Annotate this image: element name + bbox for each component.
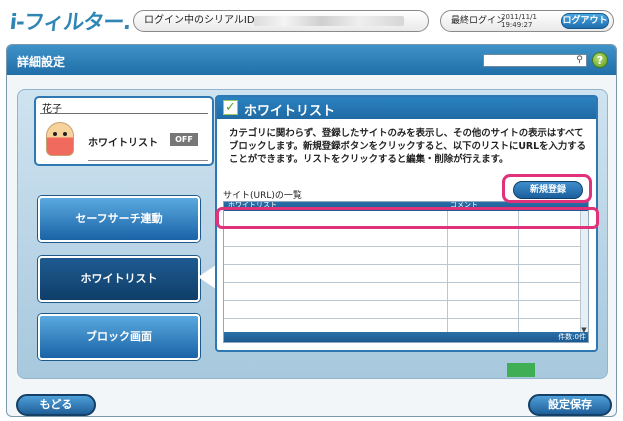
whitelist-title: ホワイトリスト	[244, 104, 336, 119]
help-icon[interactable]: ?	[592, 52, 608, 68]
last-login-display: 最終ログイン 2011/11/1 19:49:27 ログアウト	[440, 10, 614, 32]
page-title: 詳細設定	[17, 55, 66, 69]
nav-active-pointer	[198, 265, 216, 289]
site-list-label: サイト(URL)の一覧	[223, 191, 302, 201]
table-row[interactable]	[224, 301, 582, 319]
nav-whitelist-button[interactable]: ホワイトリスト	[38, 256, 200, 302]
decorative-strip	[507, 363, 535, 377]
whitelist-panel: ✓ ホワイトリスト カテゴリに関わらず、登録したサイトのみを表示し、その他のサイ…	[215, 95, 598, 352]
app-logo: i-フィルター.	[8, 10, 132, 34]
save-settings-button[interactable]: 設定保存	[528, 394, 612, 416]
status-badge: OFF	[170, 133, 198, 146]
table-header: ホワイトリスト コメント	[224, 201, 588, 211]
user-feature-label: ホワイトリスト	[88, 138, 158, 149]
table-row[interactable]	[224, 247, 582, 265]
back-button[interactable]: もどる	[16, 394, 96, 416]
title-bar: 詳細設定 ⚲ ?	[7, 45, 616, 75]
whitelist-table[interactable]: ホワイトリスト コメント ▼ 件数:0件	[223, 201, 589, 343]
nav-safesearch-button[interactable]: セーフサーチ連動	[38, 196, 200, 242]
table-row[interactable]	[224, 211, 582, 229]
new-entry-button[interactable]: 新規登録	[513, 181, 583, 199]
user-card: 花子 ホワイトリスト OFF	[34, 96, 214, 166]
whitelist-header: ✓ ホワイトリスト	[217, 97, 596, 119]
nav-block-screen-button[interactable]: ブロック画面	[38, 314, 200, 360]
table-row[interactable]	[224, 283, 582, 301]
whitelist-description: カテゴリに関わらず、登録したサイトのみを表示し、その他のサイトの表示はすべてブロ…	[229, 128, 586, 165]
search-icon[interactable]: ⚲	[574, 55, 585, 66]
column-header-whitelist: ホワイトリスト	[228, 201, 277, 209]
checkbox-checked-icon[interactable]: ✓	[223, 100, 238, 115]
column-header-comment: コメント	[450, 201, 478, 209]
search-input[interactable]: ⚲	[483, 54, 587, 67]
logout-button[interactable]: ログアウト	[561, 13, 609, 29]
avatar	[46, 122, 74, 156]
last-login-datetime: 2011/11/1 19:49:27	[501, 13, 537, 29]
table-scrollbar[interactable]: ▼	[580, 211, 588, 334]
serial-id-value-masked	[254, 16, 404, 26]
divider	[40, 113, 208, 114]
table-footer: 件数:0件	[224, 332, 588, 342]
item-count: 件数:0件	[558, 333, 586, 341]
table-row[interactable]	[224, 265, 582, 283]
last-login-label: 最終ログイン	[451, 16, 506, 26]
top-bar: i-フィルター. ログイン中のシリアルID: 最終ログイン 2011/11/1 …	[0, 0, 623, 40]
serial-id-label: ログイン中のシリアルID:	[144, 15, 258, 26]
divider	[88, 160, 208, 161]
serial-id-display: ログイン中のシリアルID:	[133, 10, 429, 32]
table-row[interactable]	[224, 229, 582, 247]
